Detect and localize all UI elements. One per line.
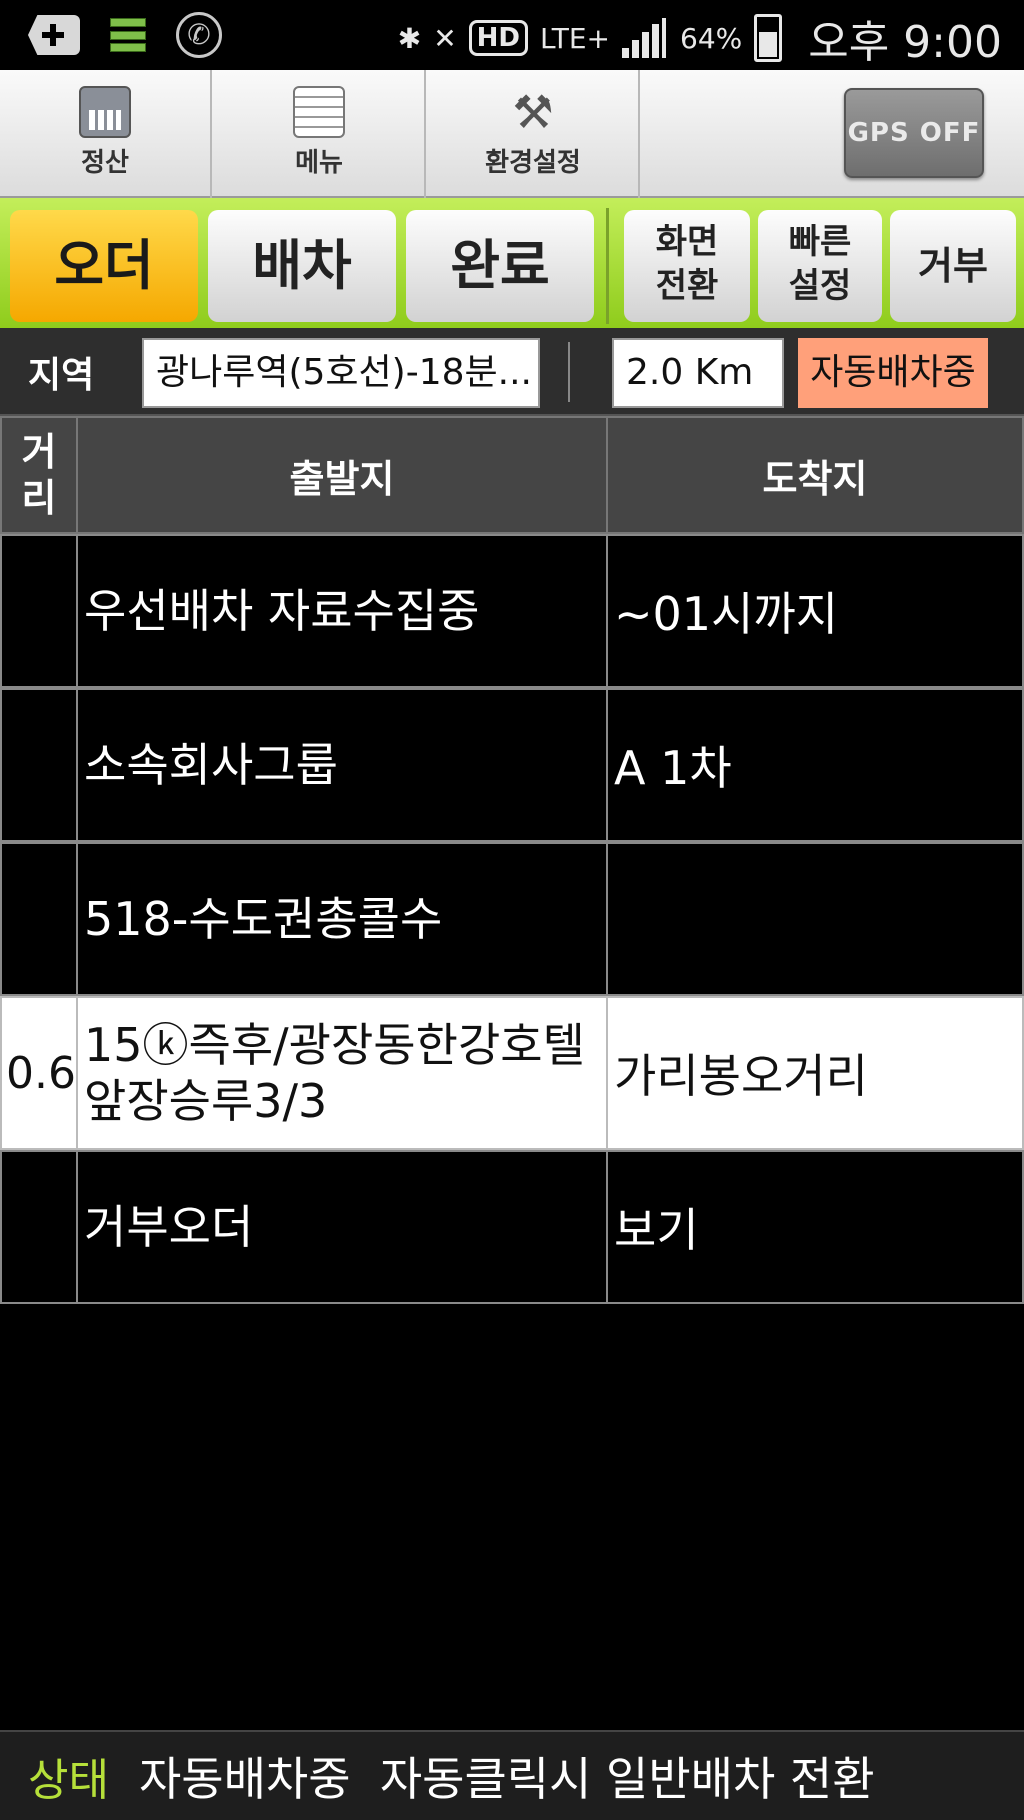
menu-label: 메뉴 xyxy=(295,148,343,178)
table-row[interactable]: 소속회사그룹 A 1차 xyxy=(0,688,1024,842)
arrival-cell: 보기 xyxy=(606,1150,1024,1304)
distance-cell xyxy=(0,688,78,842)
screen-switch-button[interactable]: 화면 전환 xyxy=(624,210,750,322)
settings-label: 환경설정 xyxy=(485,148,581,178)
departure-cell: 거부오더 xyxy=(76,1150,608,1304)
storage-notification-icon xyxy=(110,18,146,52)
calculator-icon xyxy=(79,86,131,138)
quick-settings-button[interactable]: 빠른 설정 xyxy=(758,210,882,322)
column-header-departure: 출발지 xyxy=(76,416,608,534)
tools-icon: ⚒ xyxy=(512,85,554,139)
network-type-label: LTE+ xyxy=(540,21,610,55)
quick-settings-label-1: 빠른 xyxy=(788,222,852,262)
departure-cell: 15ⓚ즉후/광장동한강호텔앞장승루3/3 xyxy=(76,996,608,1150)
distance-cell xyxy=(0,534,78,688)
distance-cell xyxy=(0,1150,78,1304)
region-label: 지역 xyxy=(28,355,95,396)
departure-cell: 소속회사그룹 xyxy=(76,688,608,842)
settlement-button[interactable]: 정산 xyxy=(0,70,212,198)
call-notification-icon: ✆ xyxy=(176,12,222,58)
screen-switch-label-1: 화면 xyxy=(655,222,719,262)
status-bar: ✆ ✱ ✕ HD LTE+ 64% 오후 9:00 xyxy=(0,0,1024,70)
top-toolbar: 정산 메뉴 ⚒ 환경설정 GPS OFF xyxy=(0,70,1024,198)
clock: 오후 9:00 xyxy=(808,17,1002,68)
region-bar: 지역 광나루역(5호선)-18분... 2.0 Km 자동배차중 xyxy=(0,328,1024,416)
signal-icon xyxy=(622,18,668,58)
tab-bar: 오더 배차 완료 화면 전환 빠른 설정 거부 xyxy=(0,198,1024,328)
distance-field[interactable]: 2.0 Km xyxy=(612,338,784,408)
tab-complete[interactable]: 완료 xyxy=(406,210,594,322)
settlement-label: 정산 xyxy=(81,148,129,178)
arrival-cell xyxy=(606,842,1024,996)
quick-settings-label-2: 설정 xyxy=(788,266,852,306)
tab-order[interactable]: 오더 xyxy=(10,210,198,322)
status-label: 상태 xyxy=(28,1755,109,1806)
table-row[interactable]: 거부오더 보기 xyxy=(0,1150,1024,1304)
menu-button[interactable]: 메뉴 xyxy=(214,70,426,198)
column-header-arrival: 도착지 xyxy=(606,416,1024,534)
reject-button[interactable]: 거부 xyxy=(890,210,1016,322)
hd-voice-icon: HD xyxy=(468,20,528,56)
mute-icon: ✕ xyxy=(433,21,457,55)
gps-toggle-button[interactable]: GPS OFF xyxy=(844,88,984,178)
table-row[interactable]: 0.6 15ⓚ즉후/광장동한강호텔앞장승루3/3 가리봉오거리 xyxy=(0,996,1024,1150)
battery-icon xyxy=(754,14,783,62)
bottom-status-bar[interactable]: 상태 자동배차중 자동클릭시 일반배차 전환 xyxy=(0,1730,1024,1820)
status-message: 자동배차중 자동클릭시 일반배차 전환 xyxy=(138,1752,875,1806)
distance-header-char-2: 리 xyxy=(21,476,57,520)
battery-percent: 64% xyxy=(680,21,743,55)
tab-divider xyxy=(606,208,609,324)
arrival-cell: 가리봉오거리 xyxy=(606,996,1024,1150)
menu-list-icon xyxy=(293,86,345,138)
table-row[interactable]: 518-수도권총콜수 xyxy=(0,842,1024,996)
distance-cell xyxy=(0,842,78,996)
table-row[interactable]: 우선배차 자료수집중 ~01시까지 xyxy=(0,534,1024,688)
auto-dispatch-badge[interactable]: 자동배차중 xyxy=(798,338,988,408)
settings-button[interactable]: ⚒ 환경설정 xyxy=(428,70,640,198)
screen-switch-label-2: 전환 xyxy=(655,266,719,306)
distance-cell: 0.6 xyxy=(0,996,78,1150)
departure-cell: 우선배차 자료수집중 xyxy=(76,534,608,688)
departure-cell: 518-수도권총콜수 xyxy=(76,842,608,996)
column-header-distance: 거 리 xyxy=(0,416,78,534)
arrival-cell: A 1차 xyxy=(606,688,1024,842)
distance-header-char-1: 거 xyxy=(21,430,57,474)
region-divider xyxy=(568,342,570,402)
region-field[interactable]: 광나루역(5호선)-18분... xyxy=(142,338,540,408)
bluetooth-icon: ✱ xyxy=(397,21,422,55)
tab-dispatch[interactable]: 배차 xyxy=(208,210,396,322)
arrival-cell: ~01시까지 xyxy=(606,534,1024,688)
add-notification-icon xyxy=(28,15,80,55)
